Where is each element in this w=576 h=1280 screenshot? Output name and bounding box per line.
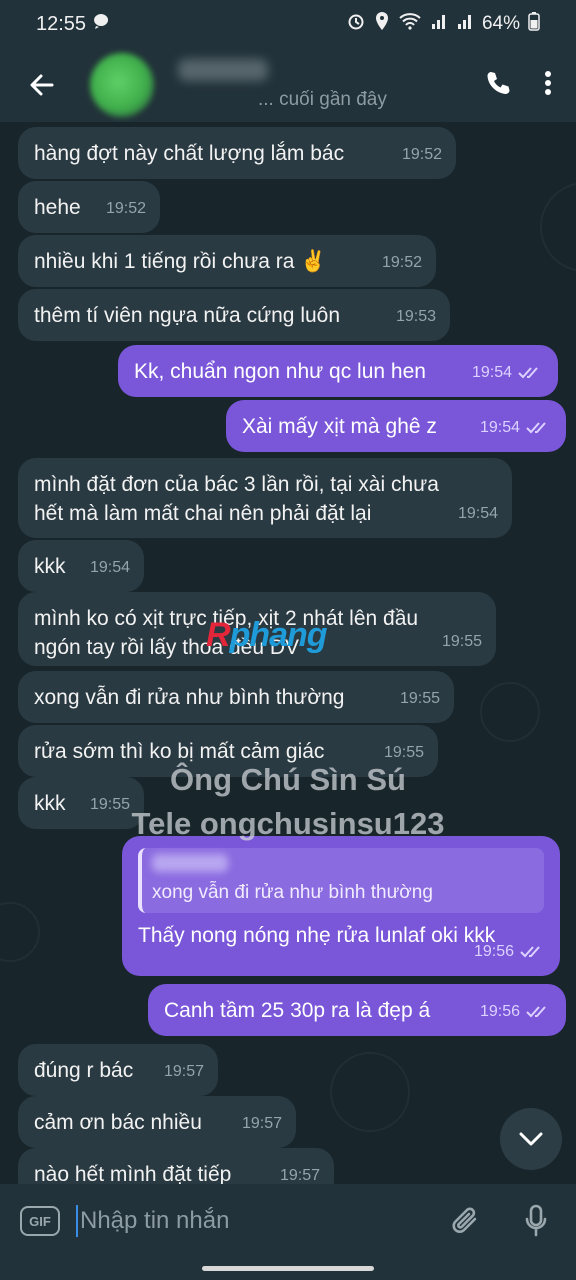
message-text: rửa sớm thì ko bị mất cảm giác [34,740,325,763]
message-text: nào hết mình đặt tiếp [34,1163,232,1186]
reply-quote[interactable]: xong vẫn đi rửa như bình thường [138,848,544,913]
message-text: Canh tầm 25 30p ra là đẹp á [164,999,431,1022]
message-incoming[interactable]: mình đặt đơn của bác 3 lần rồi, tại xài … [18,458,512,538]
alarm-icon [346,11,366,37]
microphone-button[interactable] [516,1201,556,1241]
message-outgoing-reply[interactable]: xong vẫn đi rửa như bình thường Thấy non… [122,836,560,976]
chat-header: ... cuối gần đây [0,48,576,122]
message-outgoing[interactable]: Xài mấy xịt mà ghê z 19:54 [226,400,566,452]
message-incoming[interactable]: cảm ơn bác nhiều 19:57 [18,1096,296,1148]
wifi-icon [398,11,422,37]
message-incoming[interactable]: thêm tí viên ngựa nữa cứng luôn 19:53 [18,289,450,341]
chevron-down-icon [519,1132,543,1146]
double-check-icon [518,366,538,378]
message-text: nhiều khi 1 tiếng rồi chưa ra ✌️ [34,250,327,273]
message-incoming[interactable]: hàng đợt này chất lượng lắm bác 19:52 [18,127,456,179]
message-time: 19:55 [441,633,482,650]
call-button[interactable] [484,69,512,102]
message-incoming[interactable]: hehe 19:52 [18,181,160,233]
status-bar: 12:55 64% [0,0,576,48]
reply-sender-blurred [152,854,228,872]
location-icon [374,11,390,37]
message-text: xong vẫn đi rửa như bình thường [34,686,345,709]
message-time: 19:55 [399,690,440,707]
message-time: 19:52 [401,146,442,163]
battery-percent: 64% [481,13,520,34]
chat-last-seen: ... cuối gần đây [258,89,387,110]
double-check-icon [526,1005,546,1017]
more-options-button[interactable] [544,69,552,102]
message-time: 19:54 [89,559,130,576]
phone-icon [487,71,510,94]
message-time: 19:57 [163,1063,204,1080]
message-time: 19:56 [479,1003,520,1020]
message-text: đúng r bác [34,1059,134,1082]
watermark-line-1: Ông Chú Sìn Sú [170,762,406,797]
message-time: 19:52 [105,200,146,217]
message-text: mình đặt đơn của bác 3 lần rồi, tại xài … [34,473,439,496]
message-outgoing[interactable]: Canh tầm 25 30p ra là đẹp á 19:56 [148,984,566,1036]
message-time: 19:54 [457,505,498,522]
message-text: Kk, chuẩn ngon như qc lun hen [134,360,426,383]
scroll-to-bottom-button[interactable] [500,1108,562,1170]
message-time: 19:57 [241,1115,282,1132]
reply-text: xong vẫn đi rửa như bình thường [152,882,433,903]
message-incoming[interactable]: kkk 19:54 [18,540,144,592]
message-notification-icon [92,12,110,36]
message-text: thêm tí viên ngựa nữa cứng luôn [34,304,341,327]
message-incoming[interactable]: xong vẫn đi rửa như bình thường 19:55 [18,671,454,723]
message-time: 19:54 [479,419,520,436]
message-time: 19:56 [473,943,514,960]
more-vertical-icon [545,70,551,95]
double-check-icon [526,421,546,433]
chat-name-blurred [178,59,268,81]
watermark-line-2: Tele ongchusinsu123 [131,806,445,841]
message-time: 19:53 [395,308,436,325]
back-button[interactable] [0,48,84,122]
home-indicator[interactable] [202,1266,374,1271]
microphone-icon [525,1204,547,1237]
message-outgoing[interactable]: Kk, chuẩn ngon như qc lun hen 19:54 [118,345,558,397]
status-time: 12:55 [36,12,87,35]
chat-info[interactable]: ... cuối gần đây [168,59,387,111]
message-input[interactable] [78,1207,438,1235]
arrow-left-icon [30,74,54,96]
avatar[interactable] [90,53,154,117]
message-incoming[interactable]: đúng r bác 19:57 [18,1044,218,1096]
message-incoming[interactable]: nhiều khi 1 tiếng rồi chưa ra ✌️ 19:52 [18,235,436,287]
double-check-icon [520,945,540,957]
battery-icon [528,11,540,37]
message-time: 19:52 [381,254,422,271]
message-composer: GIF [0,1184,576,1258]
message-text: kkk [34,555,66,578]
signal-icon [430,12,448,36]
system-nav-bar [0,1258,576,1280]
message-text: Xài mấy xịt mà ghê z [242,415,437,438]
message-text: hàng đợt này chất lượng lắm bác [34,142,345,165]
message-text: hết mà làm mất chai nên phải đặt lại [34,502,372,525]
attach-button[interactable] [446,1201,486,1241]
gif-button[interactable]: GIF [20,1206,60,1236]
signal-icon-2 [456,12,474,36]
message-text: cảm ơn bác nhiều [34,1111,202,1134]
message-time: 19:54 [471,364,512,381]
message-text: hehe [34,196,81,219]
paperclip-icon [452,1207,477,1233]
watermark-logo: Rphang [206,616,328,654]
